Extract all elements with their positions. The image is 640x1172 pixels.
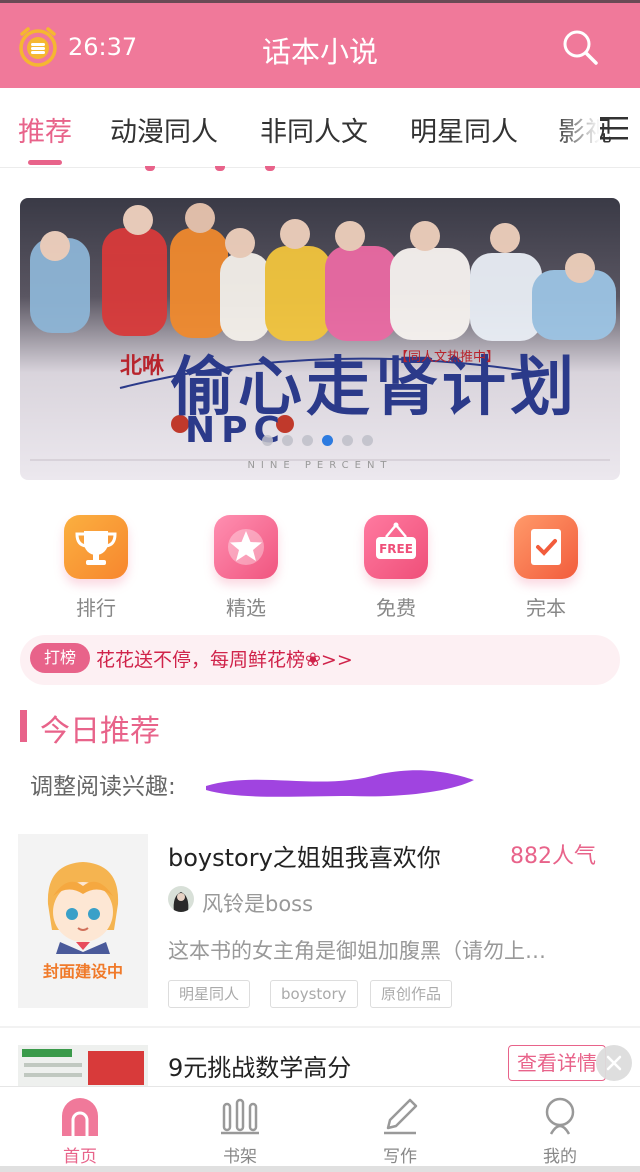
scroll-remnant <box>265 166 275 171</box>
carousel-dot[interactable] <box>282 435 293 446</box>
nav-write-label[interactable]: 写作 <box>360 1142 440 1167</box>
carousel-dot[interactable] <box>302 435 313 446</box>
carousel-dot-active[interactable] <box>322 435 333 446</box>
bookshelf-icon[interactable] <box>220 1096 260 1136</box>
screen-bottom-edge <box>0 1166 640 1172</box>
tab-original[interactable]: 非同人文 <box>260 110 368 149</box>
free-sign-icon: FREE <box>376 522 416 559</box>
page-title: 话本小说 <box>261 35 378 69</box>
section-title: 今日推荐 <box>40 714 160 749</box>
section-accent-bar <box>20 710 27 742</box>
avatar <box>168 886 194 912</box>
menu-icon[interactable] <box>598 112 630 144</box>
close-ad-button[interactable] <box>596 1045 632 1081</box>
book-title[interactable]: boystory之姐姐我喜欢你 <box>168 838 441 873</box>
star-icon <box>228 529 264 565</box>
nav-home-label[interactable]: 首页 <box>40 1142 120 1167</box>
active-tab-indicator <box>28 160 62 165</box>
scroll-remnant <box>145 166 155 171</box>
cover-placeholder-text: 封面建设中 <box>42 962 123 981</box>
app-header: 26:37 话本小说 <box>0 0 640 88</box>
ad-image[interactable] <box>18 1045 148 1087</box>
free-label: 免费 <box>376 596 416 620</box>
category-tabs: 推荐 动漫同人 非同人文 明星同人 影视 <box>0 88 640 168</box>
ad-title[interactable]: 9元挑战数学高分 <box>168 1048 351 1083</box>
promo-text: 花花送不停，每周鲜花榜❀>> <box>96 649 353 671</box>
nav-profile-label[interactable]: 我的 <box>520 1142 600 1167</box>
free-button[interactable]: FREE <box>364 515 428 579</box>
banner-footer: NINE PERCENT <box>247 460 393 471</box>
redaction-scribble <box>206 770 474 797</box>
banner-author: 北咻 <box>120 354 165 379</box>
carousel-dot[interactable] <box>362 435 373 446</box>
banner-tag: 【同人文热推中】 <box>395 350 500 365</box>
carousel-dot[interactable] <box>342 435 353 446</box>
carousel-dots <box>262 435 382 447</box>
tab-fade-overlay <box>555 88 600 166</box>
home-icon[interactable] <box>60 1096 100 1136</box>
nav-bookshelf-label[interactable]: 书架 <box>200 1142 280 1167</box>
reading-interest-label[interactable]: 调整阅读兴趣: <box>30 767 176 801</box>
carousel-dot[interactable] <box>262 435 273 446</box>
tab-celebrity-fanfic[interactable]: 明星同人 <box>410 110 518 149</box>
book-tag[interactable]: 原创作品 <box>370 980 453 1008</box>
scroll-remnant <box>215 166 225 171</box>
view-details-button[interactable]: 查看详情 <box>508 1045 606 1081</box>
search-icon[interactable] <box>560 27 600 67</box>
completed-label: 完本 <box>526 596 566 620</box>
ranking-label: 排行 <box>76 596 116 620</box>
author-name[interactable]: 风铃是boss <box>202 888 313 918</box>
featured-button[interactable] <box>214 515 278 579</box>
svg-text:FREE: FREE <box>379 542 413 556</box>
close-icon <box>606 1055 622 1071</box>
tab-anime-fanfic[interactable]: 动漫同人 <box>110 110 218 149</box>
book-description: 这本书的女主角是御姐加腹黑（请勿上… <box>168 939 546 963</box>
profile-icon[interactable] <box>540 1096 580 1136</box>
flower-ranking-banner[interactable]: 打榜 花花送不停，每周鲜花榜❀>> <box>20 635 620 685</box>
ranking-button[interactable] <box>64 515 128 579</box>
popularity-count: 882人气 <box>510 844 596 869</box>
promo-badge: 打榜 <box>30 643 90 673</box>
pen-icon[interactable] <box>380 1096 420 1136</box>
check-book-icon <box>531 529 561 565</box>
trophy-icon <box>75 531 117 565</box>
featured-label: 精选 <box>226 596 266 620</box>
tab-recommend[interactable]: 推荐 <box>18 110 72 149</box>
completed-button[interactable] <box>514 515 578 579</box>
book-tag[interactable]: 明星同人 <box>168 980 251 1008</box>
divider <box>0 1026 640 1028</box>
book-tag[interactable]: boystory <box>270 980 358 1008</box>
book-cover[interactable]: 封面建设中 <box>18 834 148 1008</box>
